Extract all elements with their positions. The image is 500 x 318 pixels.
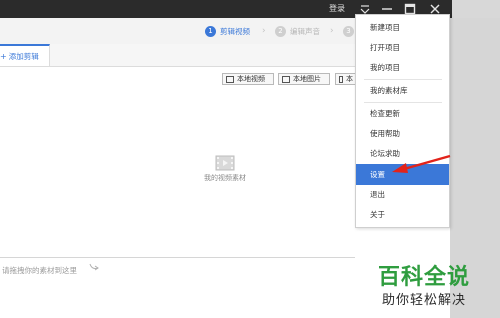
placeholder-label: 我的视频素材 bbox=[204, 174, 246, 182]
login-link[interactable]: 登录 bbox=[329, 3, 345, 14]
menu-item-open-project[interactable]: 打开项目 bbox=[356, 38, 449, 57]
menu-divider bbox=[364, 102, 442, 103]
watermark-subtitle: 助你轻松解决 bbox=[382, 293, 467, 308]
menu-item-exit[interactable]: 退出 bbox=[356, 185, 449, 204]
image-file-icon bbox=[282, 75, 290, 83]
background-window-area bbox=[452, 0, 500, 18]
main-dropdown-menu: 新建项目 打开项目 我的项目 我的素材库 检查更新 使用帮助 论坛求助 设置 退… bbox=[355, 14, 450, 228]
step-number: 1 bbox=[205, 25, 216, 37]
button-label: 本 bbox=[346, 75, 353, 83]
menu-item-my-projects[interactable]: 我的项目 bbox=[356, 58, 449, 77]
menu-item-check-update[interactable]: 检查更新 bbox=[356, 104, 449, 123]
step-edit-audio[interactable]: 2 编辑声音 bbox=[275, 24, 320, 38]
menu-item-new-project[interactable]: 新建项目 bbox=[356, 18, 449, 37]
watermark: 百科全说 助你轻松解决 bbox=[370, 253, 500, 318]
media-panel: 本地视频 本地图片 本 我的视频素材 bbox=[0, 67, 357, 257]
menu-divider bbox=[364, 79, 442, 80]
drop-arrow-icon bbox=[89, 263, 99, 271]
local-more-button[interactable]: 本 bbox=[335, 73, 357, 85]
menu-item-help[interactable]: 使用帮助 bbox=[356, 124, 449, 143]
step-label: 剪辑视频 bbox=[220, 26, 250, 36]
plus-icon: + bbox=[0, 51, 7, 61]
empty-media-placeholder: 我的视频素材 bbox=[195, 155, 255, 183]
local-video-button[interactable]: 本地视频 bbox=[222, 73, 274, 85]
step-number: 3 bbox=[343, 25, 354, 37]
button-label: 本地图片 bbox=[293, 75, 321, 83]
local-image-button[interactable]: 本地图片 bbox=[278, 73, 330, 85]
menu-item-my-library[interactable]: 我的素材库 bbox=[356, 81, 449, 100]
annotation-arrow-icon bbox=[392, 154, 451, 173]
chevron-right-icon: › bbox=[330, 26, 334, 36]
tab-label: 添加剪辑 bbox=[8, 51, 39, 61]
step-label: 编辑声音 bbox=[290, 26, 320, 36]
file-icon bbox=[339, 75, 343, 83]
steps-bar: 1 剪辑视频 › 2 编辑声音 › 3 bbox=[0, 18, 355, 45]
tab-bar: + 添加剪辑 bbox=[0, 44, 355, 67]
chevron-right-icon: › bbox=[262, 26, 266, 36]
step-number: 2 bbox=[275, 25, 286, 37]
menu-item-about[interactable]: 关于 bbox=[356, 205, 449, 224]
button-label: 本地视频 bbox=[237, 75, 265, 83]
drag-hint: 请拖拽你的素材到这里 bbox=[2, 266, 77, 275]
watermark-title: 百科全说 bbox=[378, 265, 471, 290]
step-edit-video[interactable]: 1 剪辑视频 bbox=[205, 24, 250, 38]
film-icon bbox=[215, 155, 235, 171]
tab-add-clip[interactable]: + 添加剪辑 bbox=[0, 44, 50, 66]
video-file-icon bbox=[226, 75, 234, 83]
